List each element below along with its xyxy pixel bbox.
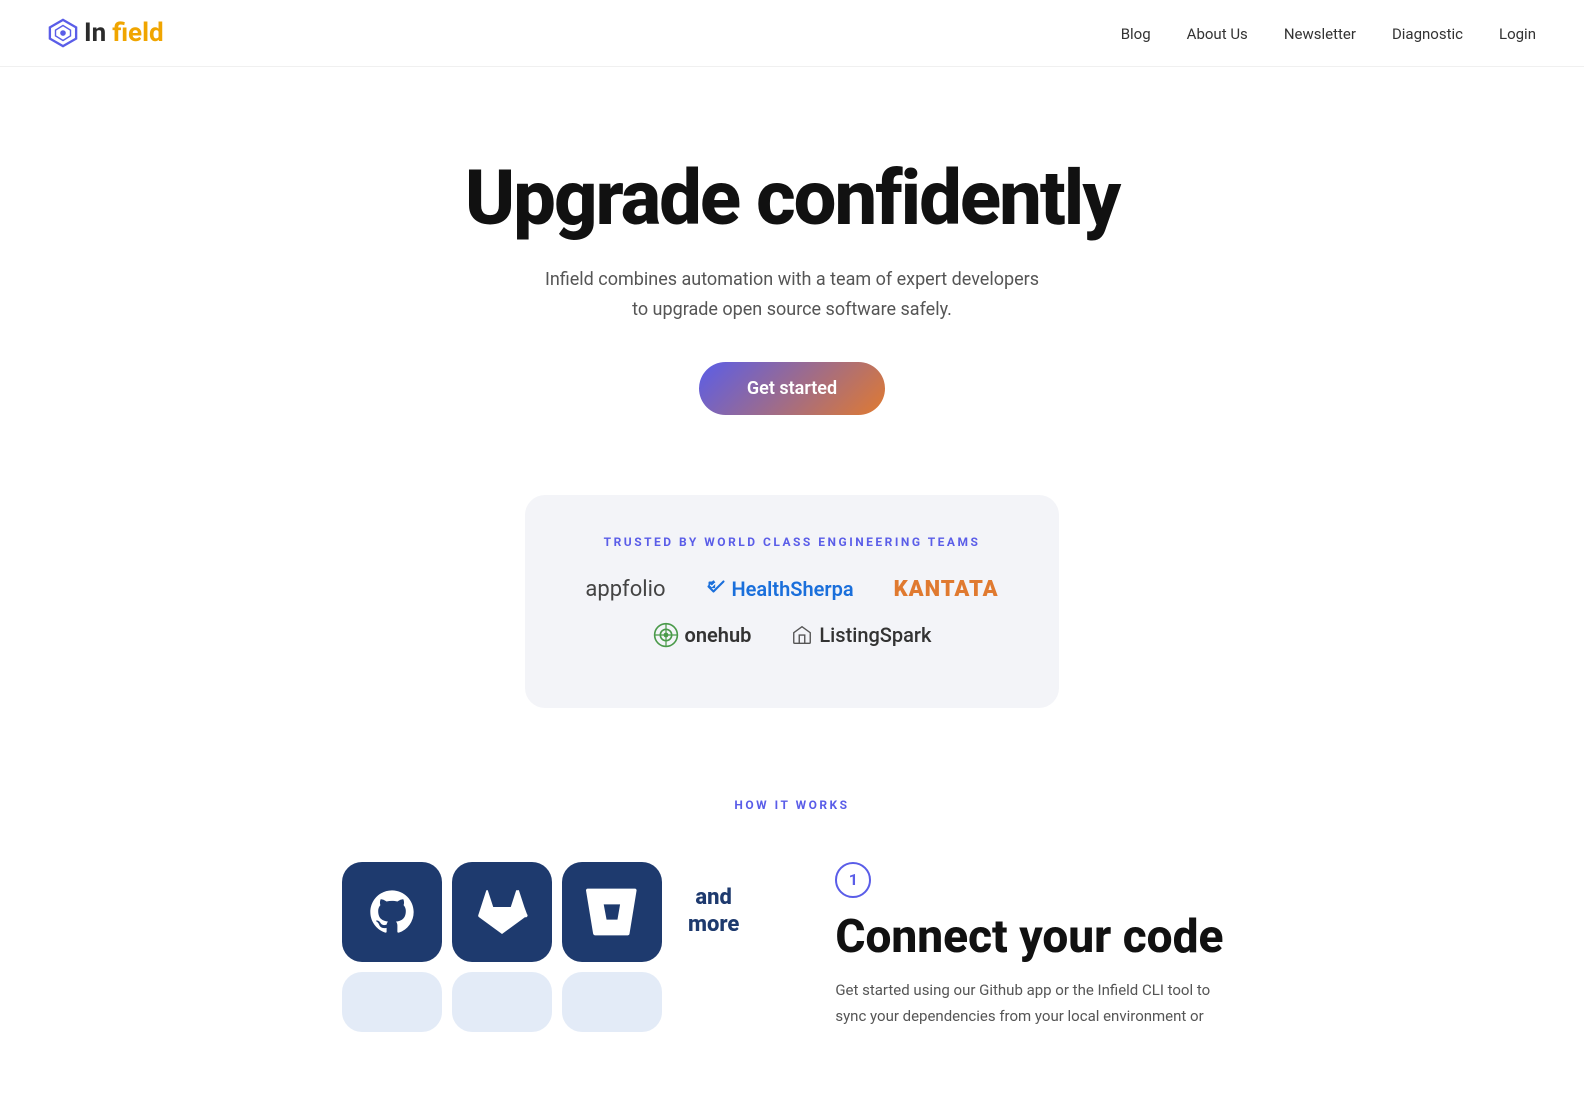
how-it-works-label: HOW IT WORKS <box>48 798 1536 812</box>
nav-link-login[interactable]: Login <box>1499 25 1536 43</box>
hero-subtext: Infield combines automation with a team … <box>24 265 1560 326</box>
logo-listingspark: ListingSpark <box>791 623 931 647</box>
logo-text-prefix: In <box>84 18 106 48</box>
how-text-column: 1 Connect your code Get started using ou… <box>835 862 1242 1030</box>
nav-link-about[interactable]: About Us <box>1187 25 1248 43</box>
step-number: 1 <box>835 862 871 898</box>
logo-onehub: onehub <box>653 622 752 648</box>
gitlab-icon <box>476 886 528 938</box>
step-description: Get started using our Github app or the … <box>835 978 1242 1029</box>
gitlab-icon-box <box>452 862 552 962</box>
healthsherpa-icon <box>706 579 726 599</box>
onehub-icon <box>653 622 679 648</box>
trusted-label: TRUSTED BY WORLD CLASS ENGINEERING TEAMS <box>585 535 998 549</box>
trusted-logos-row1: appfolio HealthSherpa KANTATA <box>585 577 998 602</box>
hero-section: Upgrade confidently Infield combines aut… <box>0 67 1584 475</box>
and-more-label: and more <box>672 862 755 962</box>
nav-link-diagnostic[interactable]: Diagnostic <box>1392 25 1463 43</box>
logo-text-suffix: field <box>112 18 163 48</box>
placeholder-icon-3 <box>562 972 662 1032</box>
trusted-logos-row2: onehub ListingSpark <box>585 622 998 648</box>
how-it-works-section: HOW IT WORKS <box>0 728 1584 1062</box>
nav-link-blog[interactable]: Blog <box>1121 25 1151 43</box>
bitbucket-icon <box>586 886 638 938</box>
placeholder-icon-2 <box>452 972 552 1032</box>
step-title: Connect your code <box>835 912 1242 963</box>
github-icon <box>366 886 418 938</box>
listingspark-icon <box>791 624 813 646</box>
logo-healthsherpa: HealthSherpa <box>706 577 854 601</box>
logo-icon <box>48 18 78 48</box>
main-nav: Infield Blog About Us Newsletter Diagnos… <box>0 0 1584 67</box>
nav-links-list: Blog About Us Newsletter Diagnostic Logi… <box>1121 24 1536 43</box>
code-icons-row: and more <box>342 862 755 962</box>
how-icons-column: and more <box>342 862 755 1032</box>
logo-appfolio: appfolio <box>585 577 665 602</box>
how-content: and more 1 Connect your code Get started… <box>342 862 1242 1032</box>
get-started-button[interactable]: Get started <box>699 362 885 415</box>
placeholder-icon-1 <box>342 972 442 1032</box>
bitbucket-icon-box <box>562 862 662 962</box>
trusted-section: TRUSTED BY WORLD CLASS ENGINEERING TEAMS… <box>525 495 1058 708</box>
code-icons-row2 <box>342 972 755 1032</box>
logo[interactable]: Infield <box>48 18 164 48</box>
nav-link-newsletter[interactable]: Newsletter <box>1284 25 1356 43</box>
github-icon-box <box>342 862 442 962</box>
hero-headline: Upgrade confidently <box>24 157 1560 241</box>
logo-kantata: KANTATA <box>894 577 999 602</box>
